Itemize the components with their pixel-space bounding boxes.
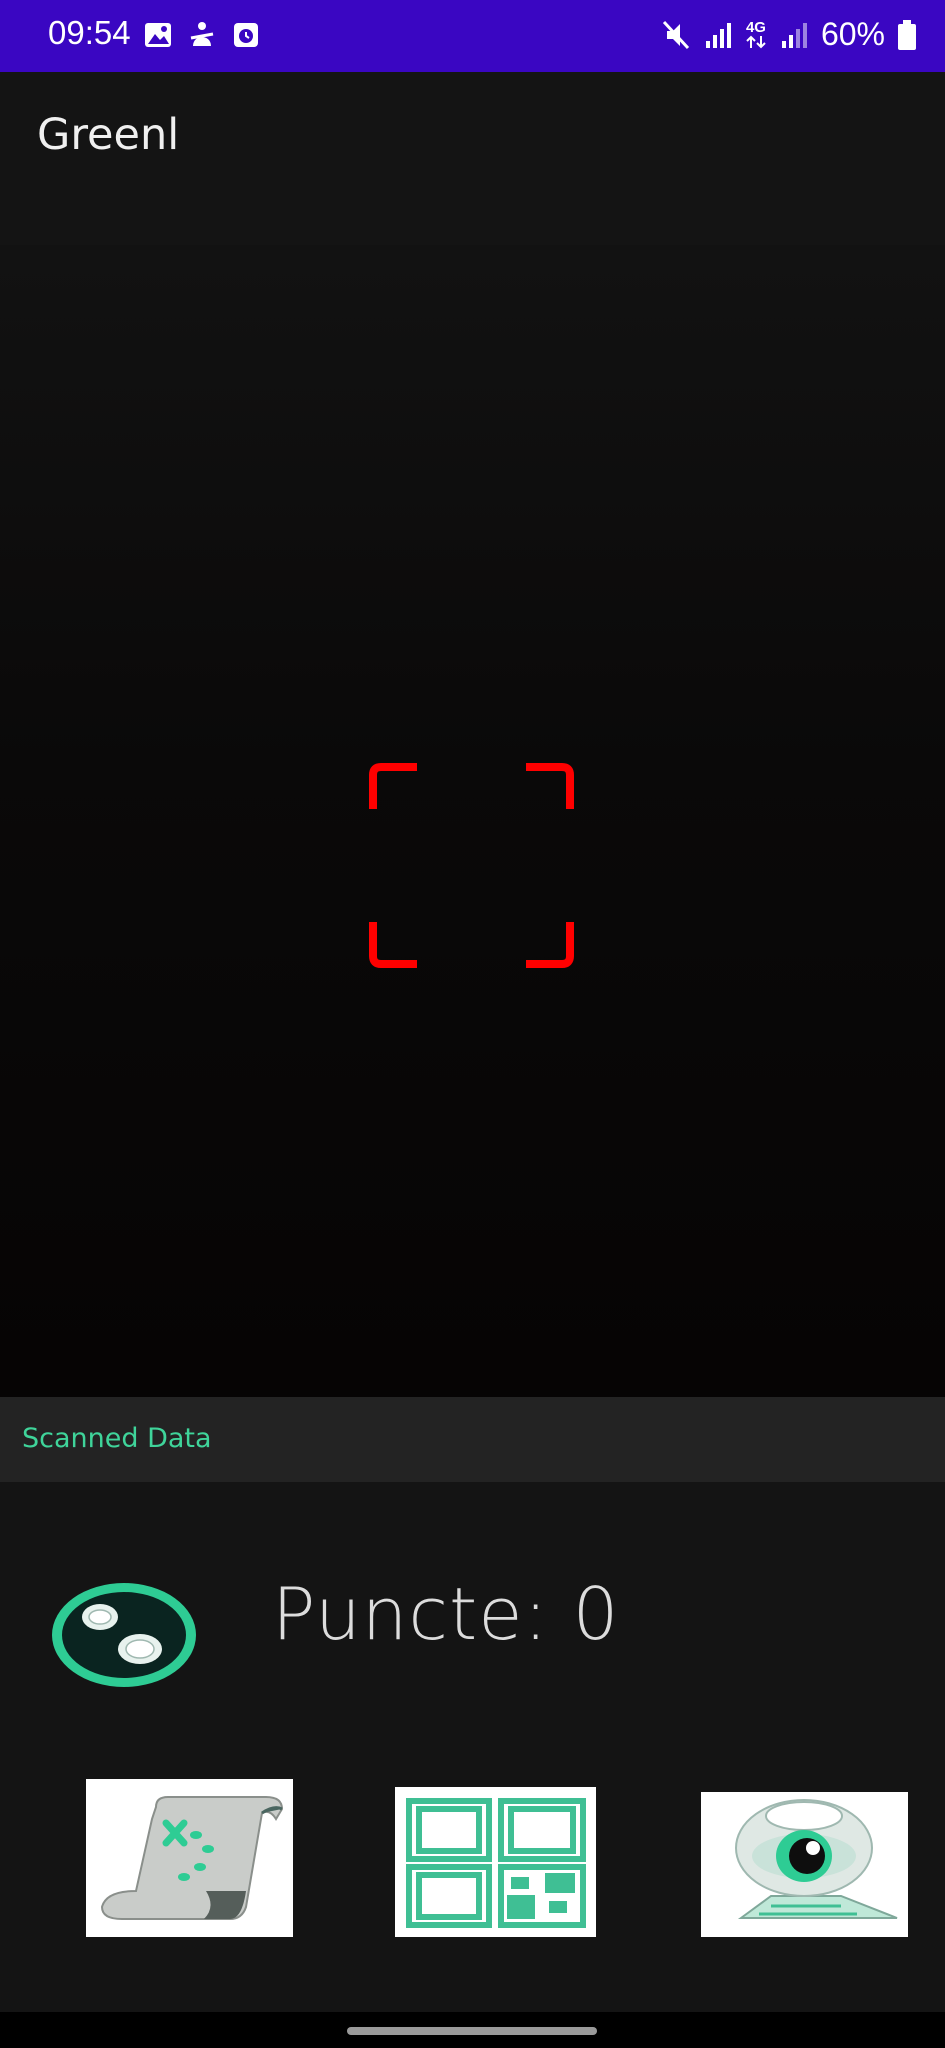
scan-corner-top-left: [369, 763, 417, 809]
eye-camera-button[interactable]: [701, 1792, 908, 1937]
network-type: 4G: [745, 20, 767, 49]
accessibility-icon: [190, 22, 214, 46]
status-bar: 09:54 4G 60%: [0, 0, 945, 72]
mute-icon: [662, 20, 690, 49]
treasure-map-icon: [100, 1796, 284, 1920]
battery-percent: 60%: [820, 16, 885, 52]
scan-corner-bottom-left: [369, 922, 417, 968]
app-bar: Greenl: [0, 72, 945, 245]
navigation-bar: [0, 2012, 945, 2048]
signal-icon: [705, 22, 731, 48]
qr-code-button[interactable]: [395, 1787, 596, 1937]
content-area: Puncte: 0: [0, 1482, 945, 2012]
scan-corner-bottom-right: [526, 922, 574, 968]
signal-icon: [781, 22, 807, 48]
eye-camera-icon: [735, 1799, 898, 1919]
gallery-icon: [145, 23, 171, 47]
scanned-data-label: Scanned Data: [22, 1423, 212, 1454]
app-logo-icon: [52, 1583, 196, 1687]
app-title: Greenl: [37, 110, 180, 160]
treasure-map-button[interactable]: [86, 1779, 293, 1937]
scan-corner-top-right: [526, 763, 574, 809]
status-right: 4G 60%: [661, 16, 917, 53]
camera-viewfinder[interactable]: [0, 245, 945, 1397]
home-gesture-handle[interactable]: [347, 2027, 597, 2035]
points-counter: Puncte: 0: [272, 1572, 620, 1656]
notification-icons: [143, 20, 261, 50]
scan-frame: [369, 763, 574, 968]
status-time: 09:54: [48, 14, 131, 51]
network-label: 4G: [745, 19, 766, 36]
qr-code-icon: [406, 1798, 586, 1928]
battery-icon: [898, 19, 916, 50]
clock-app-icon: [234, 23, 258, 47]
data-arrows-icon: [746, 35, 766, 49]
scanned-data-header: Scanned Data: [0, 1397, 945, 1482]
